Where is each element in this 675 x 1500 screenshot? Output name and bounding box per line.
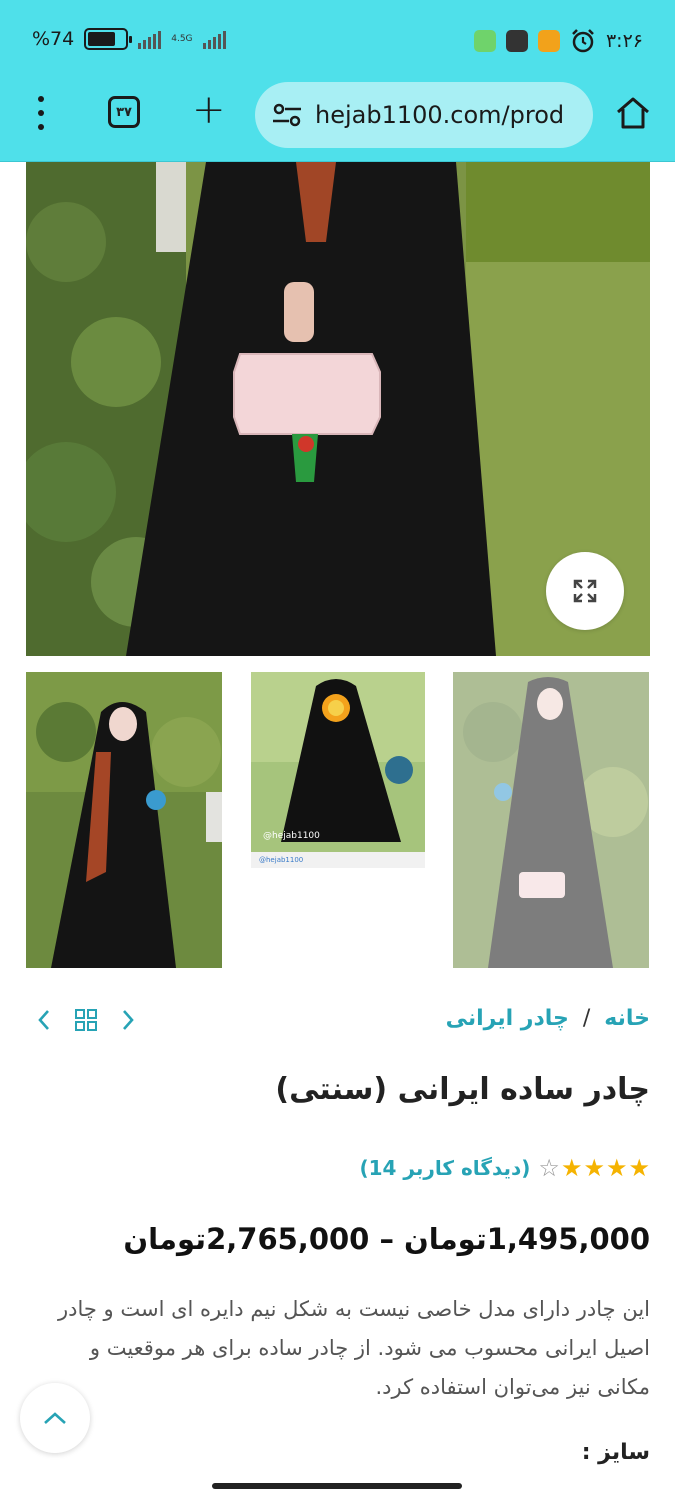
chevron-right-icon[interactable] [120, 1008, 136, 1032]
star-empty-icon: ☆ [538, 1154, 560, 1182]
home-icon[interactable] [614, 94, 652, 132]
chevron-left-icon[interactable] [36, 1008, 52, 1032]
expand-image-button[interactable] [546, 552, 624, 630]
star-filled-icon: ★ [605, 1154, 628, 1182]
android-app-icon [473, 30, 496, 52]
product-title: چادر ساده ایرانی (سنتی) [275, 1072, 650, 1107]
product-thumbnail-1[interactable] [26, 672, 222, 968]
clock: ۳:۲۶ [605, 30, 643, 52]
status-left: %74 4.5G [32, 28, 226, 50]
tabs-count: ۳۷ [116, 104, 132, 120]
site-settings-icon[interactable] [271, 102, 303, 128]
tabs-button[interactable]: ۳۷ [108, 96, 140, 128]
url-bar[interactable]: hejab1100.com/prod [255, 82, 593, 148]
scroll-to-top-button[interactable] [20, 1383, 90, 1453]
product-nav-icons [36, 1008, 136, 1032]
rating-stars: ★ ★ ★ ★ ☆ [538, 1154, 650, 1182]
thumbnail-photo-2: @hejab1100 @hejab1100 [251, 672, 425, 868]
url-text: hejab1100.com/prod [315, 101, 565, 129]
product-nav-row: خانه / چادر ایرانی [26, 1002, 650, 1042]
signal-icon [138, 29, 162, 49]
star-filled-icon: ★ [560, 1154, 583, 1182]
battery-percent: %74 [32, 28, 75, 50]
network-type: 4.5G [171, 33, 193, 44]
thumbnail-footer-text: @hejab1100 [259, 856, 303, 864]
star-filled-icon: ★ [583, 1154, 605, 1182]
plus-icon[interactable]: + [192, 90, 226, 130]
alarm-icon [572, 29, 594, 53]
star-filled-icon: ★ [628, 1154, 650, 1182]
breadcrumb-separator: / [582, 1006, 591, 1031]
chevron-up-icon [44, 1412, 66, 1424]
thumbnail-photo-1 [26, 672, 222, 968]
thumbnail-photo-3 [453, 672, 649, 968]
breadcrumb: خانه / چادر ایرانی [446, 1006, 650, 1031]
app-grid-icon [505, 30, 528, 52]
rating-row: ★ ★ ★ ★ ☆ (دیدگاه کاربر 14) [359, 1154, 650, 1182]
product-thumbnail-2[interactable]: @hejab1100 @hejab1100 [251, 672, 425, 868]
size-label: سایز : [581, 1440, 650, 1465]
browser-toolbar: ۳۷ + hejab1100.com/prod [0, 82, 675, 162]
thumbnail-watermark: @hejab1100 [263, 831, 320, 841]
price-range: 1,495,000تومان – 2,765,000تومان [123, 1222, 650, 1256]
grid-icon[interactable] [74, 1008, 98, 1032]
more-vert-icon[interactable] [30, 96, 52, 130]
orange-app-icon [537, 30, 560, 52]
home-indicator [212, 1483, 462, 1489]
product-description: این چادر دارای مدل خاصی نیست به شکل نیم … [57, 1297, 650, 1399]
reviews-link[interactable]: (دیدگاه کاربر 14) [359, 1156, 530, 1180]
battery-icon [84, 28, 133, 50]
status-bar: %74 4.5G ۳:۲۶ [0, 0, 675, 82]
status-right: ۳:۲۶ [473, 28, 643, 54]
breadcrumb-category-link[interactable]: چادر ایرانی [446, 1006, 569, 1031]
expand-icon [573, 579, 597, 603]
breadcrumb-home-link[interactable]: خانه [604, 1006, 650, 1031]
product-thumbnail-3[interactable] [453, 672, 649, 968]
signal-icon-2 [202, 29, 226, 49]
